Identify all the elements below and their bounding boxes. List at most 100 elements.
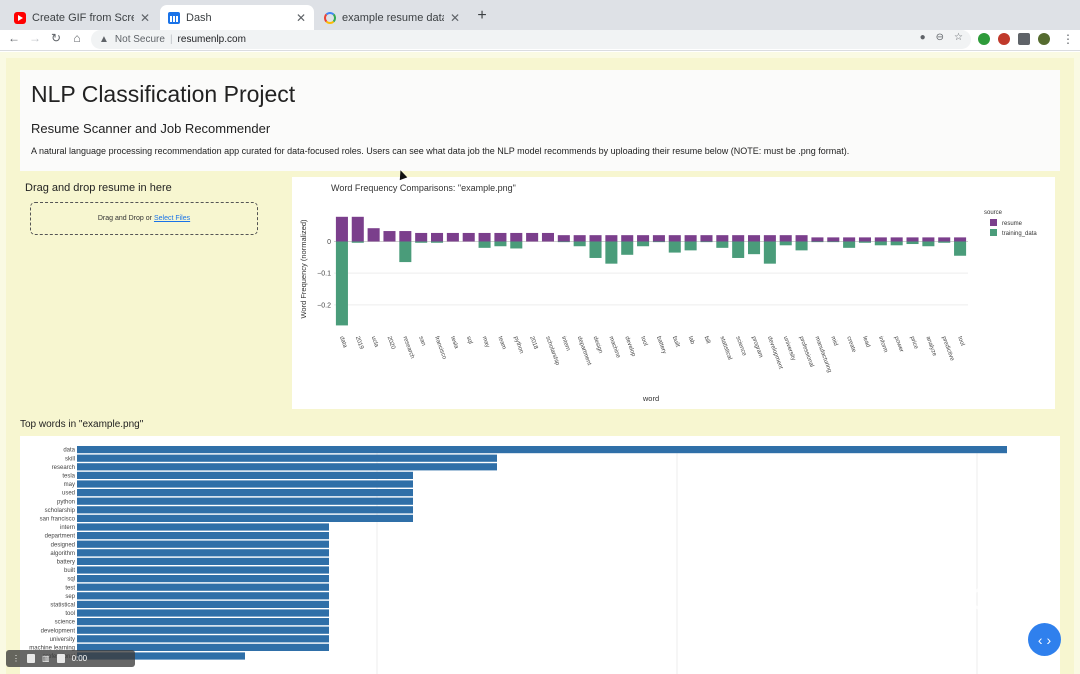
bar-resume[interactable] <box>351 216 364 242</box>
bar-resume[interactable] <box>795 235 808 242</box>
bar-training_data[interactable] <box>589 241 602 258</box>
bar-training_data[interactable] <box>621 241 634 255</box>
bar[interactable] <box>77 446 1007 454</box>
bar-training_data[interactable] <box>335 241 348 326</box>
bar[interactable] <box>77 575 329 583</box>
profile-avatar-icon[interactable] <box>1038 33 1050 45</box>
bar-resume[interactable] <box>732 235 745 242</box>
bar-training_data[interactable] <box>811 241 824 243</box>
select-files-link[interactable]: Select Files <box>154 215 190 222</box>
bar-training_data[interactable] <box>890 241 903 246</box>
bar[interactable] <box>77 557 329 565</box>
bar[interactable] <box>77 566 329 574</box>
drag-handle-icon[interactable]: ⋮ <box>12 654 20 663</box>
bar-training_data[interactable] <box>858 241 871 243</box>
bar-resume[interactable] <box>573 235 586 242</box>
bar-training_data[interactable] <box>874 241 887 246</box>
bar-training_data[interactable] <box>573 241 586 247</box>
bar-resume[interactable] <box>890 237 903 242</box>
pause-icon[interactable] <box>27 654 35 663</box>
bar[interactable] <box>77 471 413 479</box>
bar[interactable] <box>77 592 329 600</box>
bar-training_data[interactable] <box>652 241 665 243</box>
reload-icon[interactable]: ↻ <box>48 31 64 45</box>
bar-resume[interactable] <box>431 232 444 242</box>
stop-icon[interactable] <box>56 654 65 663</box>
bar-training_data[interactable] <box>557 241 570 243</box>
bar-resume[interactable] <box>858 237 871 242</box>
bar-resume[interactable] <box>827 237 840 242</box>
bar-resume[interactable] <box>335 216 348 242</box>
bar-resume[interactable] <box>938 237 951 242</box>
bar-training_data[interactable] <box>399 241 412 263</box>
bar-resume[interactable] <box>637 235 650 242</box>
bar-training_data[interactable] <box>922 241 935 247</box>
microphone-icon[interactable]: ● <box>920 32 926 43</box>
bar[interactable] <box>77 454 497 462</box>
close-icon[interactable]: ✕ <box>450 11 460 25</box>
bar-training_data[interactable] <box>494 241 507 247</box>
bar[interactable] <box>77 514 413 522</box>
evernote-extension-icon[interactable] <box>978 33 990 45</box>
code-toggle-button[interactable]: ‹ › <box>1028 623 1061 656</box>
close-icon[interactable]: ✕ <box>296 11 306 25</box>
bar-training_data[interactable] <box>478 241 491 248</box>
back-icon[interactable]: ← <box>6 31 22 45</box>
bar-resume[interactable] <box>874 237 887 242</box>
bookmark-star-icon[interactable]: ☆ <box>954 32 963 43</box>
bar-training_data[interactable] <box>827 241 840 243</box>
annotate-icon[interactable]: ▥ <box>42 654 50 663</box>
forward-icon[interactable]: → <box>27 31 43 45</box>
browser-menu-icon[interactable]: ⋮ <box>1062 32 1074 46</box>
bar-resume[interactable] <box>843 237 856 242</box>
bar-resume[interactable] <box>446 232 459 242</box>
bar-resume[interactable] <box>811 237 824 242</box>
bar-resume[interactable] <box>652 235 665 242</box>
legend-item-resume[interactable]: resume <box>1002 221 1023 227</box>
bar-training_data[interactable] <box>954 241 967 256</box>
bar[interactable] <box>77 489 413 497</box>
bar-resume[interactable] <box>748 235 761 242</box>
bar-resume[interactable] <box>605 235 618 242</box>
bar-training_data[interactable] <box>716 241 729 248</box>
bar-training_data[interactable] <box>637 241 650 247</box>
bar-resume[interactable] <box>716 235 729 242</box>
bar-training_data[interactable] <box>431 241 444 243</box>
bar[interactable] <box>77 463 497 471</box>
bar-training_data[interactable] <box>748 241 761 255</box>
bar[interactable] <box>77 626 329 634</box>
browser-tab[interactable]: example resume data png - Go ✕ <box>316 5 468 30</box>
new-tab-button[interactable]: + <box>474 7 490 25</box>
bar-resume[interactable] <box>684 235 697 242</box>
resume-upload-dropzone[interactable]: Drag and Drop or Select Files <box>30 202 258 235</box>
bar[interactable] <box>77 600 329 608</box>
bar[interactable] <box>77 635 329 643</box>
top-words-chart[interactable]: data skill research tesla may used python schol… <box>20 436 1060 674</box>
bar-training_data[interactable] <box>843 241 856 248</box>
bar-resume[interactable] <box>478 232 491 242</box>
bar-resume[interactable] <box>700 235 713 242</box>
legend-item-training-data[interactable]: training_data <box>1002 231 1037 237</box>
record-extension-icon[interactable] <box>998 33 1010 45</box>
bar[interactable] <box>77 523 329 531</box>
bar-resume[interactable] <box>415 232 428 242</box>
bar-resume[interactable] <box>541 232 554 242</box>
bar[interactable] <box>77 583 329 591</box>
bar-training_data[interactable] <box>732 241 745 258</box>
bar-training_data[interactable] <box>605 241 618 264</box>
bar-training_data[interactable] <box>938 241 951 243</box>
bar-resume[interactable] <box>557 235 570 242</box>
bar[interactable] <box>77 609 329 617</box>
bar-training_data[interactable] <box>763 241 776 264</box>
bar-training_data[interactable] <box>668 241 681 253</box>
bar-resume[interactable] <box>399 231 412 242</box>
bar-resume[interactable] <box>510 232 523 242</box>
browser-tab-active[interactable]: Dash ✕ <box>160 5 314 30</box>
bar-resume[interactable] <box>494 232 507 242</box>
bar[interactable] <box>77 480 413 488</box>
bar-resume[interactable] <box>526 232 539 242</box>
bar-resume[interactable] <box>906 237 919 242</box>
close-icon[interactable]: ✕ <box>140 11 150 25</box>
bar-resume[interactable] <box>621 235 634 242</box>
bar-training_data[interactable] <box>779 241 792 246</box>
